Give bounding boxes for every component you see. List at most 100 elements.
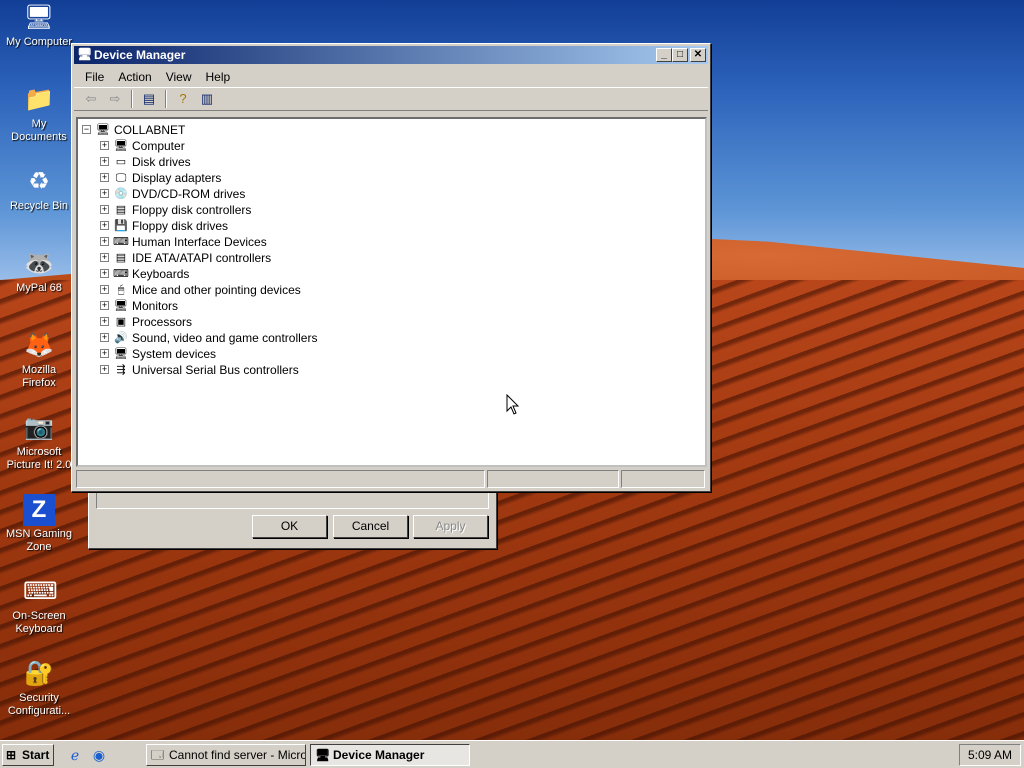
security-icon: 🔐 bbox=[24, 660, 54, 687]
menu-file[interactable]: File bbox=[78, 67, 111, 87]
desktop-icon-label: MSN Gaming Zone bbox=[5, 528, 73, 553]
computer-icon: 🖥 bbox=[23, 4, 55, 31]
desktop-icon-label: My Computer bbox=[5, 36, 73, 48]
tree-node-keyboards[interactable]: + ⌨ Keyboards bbox=[100, 265, 189, 281]
tree-node-monitors[interactable]: + 🖥 Monitors bbox=[100, 297, 178, 313]
tree-node-label: Floppy disk drives bbox=[132, 218, 229, 233]
camera-icon: 📷 bbox=[24, 414, 54, 441]
tree-node-dvd-cdrom[interactable]: + 💿 DVD/CD-ROM drives bbox=[100, 185, 245, 201]
tree-node-mice[interactable]: + 🖱 Mice and other pointing devices bbox=[100, 281, 301, 297]
minimize-button[interactable]: _ bbox=[656, 48, 672, 62]
taskbar: ⊞ Start ℯ ◉ 🗔 Cannot find server - Micro… bbox=[0, 740, 1024, 768]
tree-node-processors[interactable]: + ▣ Processors bbox=[100, 313, 192, 329]
tree-node-label: Universal Serial Bus controllers bbox=[132, 362, 299, 377]
taskbar-item-label: Device Manager bbox=[333, 748, 425, 762]
tree-node-usb[interactable]: + ⇶ Universal Serial Bus controllers bbox=[100, 361, 299, 377]
tree-node-label: System devices bbox=[132, 346, 217, 361]
desktop-icon-label: MyPal 68 bbox=[16, 282, 62, 294]
desktop-icon-on-screen-keyboard[interactable]: ⌨ On-Screen Keyboard bbox=[4, 576, 74, 636]
tree-node-system-devices[interactable]: + 🖥 System devices bbox=[100, 345, 216, 361]
device-manager-icon: 🖥 bbox=[77, 47, 93, 61]
taskbar-item-label: Cannot find server - Micro... bbox=[169, 748, 306, 762]
tree-node-label: Computer bbox=[132, 138, 185, 153]
tree-node-label: Processors bbox=[132, 314, 193, 329]
clock-label: 5:09 AM bbox=[967, 748, 1013, 762]
toolbar-separator bbox=[131, 90, 133, 108]
tree-node-computer[interactable]: + 🖥 Computer bbox=[100, 137, 185, 153]
expand-icon[interactable]: + bbox=[100, 189, 109, 199]
taskbar-item-browser[interactable]: 🗔 Cannot find server - Micro... bbox=[146, 744, 306, 766]
recycle-bin-icon: ♻ bbox=[28, 168, 50, 195]
internet-explorer-icon[interactable]: ℯ bbox=[66, 746, 84, 764]
desktop-icon-label: My Documents bbox=[11, 118, 67, 143]
expand-icon[interactable]: + bbox=[100, 157, 109, 167]
tree-root-node[interactable]: − 🖥 COLLABNET bbox=[82, 121, 185, 137]
tree-node-label: Monitors bbox=[132, 298, 179, 313]
expand-icon[interactable]: + bbox=[100, 349, 109, 359]
expand-icon[interactable]: + bbox=[100, 365, 109, 375]
menu-help[interactable]: Help bbox=[199, 67, 238, 87]
close-button[interactable]: ✕ bbox=[690, 48, 706, 62]
system-tray-clock[interactable]: 5:09 AM bbox=[959, 744, 1021, 766]
tree-node-display-adapters[interactable]: + 🖵 Display adapters bbox=[100, 169, 221, 185]
hid-icon: ⌨ bbox=[113, 235, 129, 248]
ok-button[interactable]: OK bbox=[252, 515, 327, 538]
tree-node-label: Display adapters bbox=[132, 170, 222, 185]
desktop-icon-my-computer[interactable]: 🖥 My Computer bbox=[4, 2, 74, 49]
tree-node-hid[interactable]: + ⌨ Human Interface Devices bbox=[100, 233, 267, 249]
toolbar-separator bbox=[165, 90, 167, 108]
expand-icon[interactable]: + bbox=[100, 285, 109, 295]
show-hide-console-tree-icon[interactable]: ▤ bbox=[138, 89, 160, 109]
properties-icon[interactable]: ▥ bbox=[196, 89, 218, 109]
desktop-icon-security-configuration[interactable]: 🔐 Security Configurati... bbox=[4, 658, 74, 718]
taskbar-item-device-manager[interactable]: 🖥 Device Manager bbox=[310, 744, 470, 766]
back-arrow-icon[interactable]: ⇦ bbox=[80, 89, 102, 109]
tree-node-label: DVD/CD-ROM drives bbox=[132, 186, 246, 201]
maximize-button[interactable]: □ bbox=[672, 48, 688, 62]
keyboard-node-icon: ⌨ bbox=[113, 267, 129, 280]
outlook-express-icon[interactable]: ◉ bbox=[90, 746, 108, 764]
browser-window-icon: 🗔 bbox=[151, 748, 165, 762]
expand-icon[interactable]: + bbox=[100, 221, 109, 231]
desktop-icon-firefox[interactable]: 🦊 Mozilla Firefox bbox=[4, 330, 74, 390]
title-bar[interactable]: 🖥 Device Manager _ □ ✕ bbox=[74, 46, 708, 64]
processor-icon: ▣ bbox=[115, 315, 127, 328]
tree-node-disk-drives[interactable]: + ▭ Disk drives bbox=[100, 153, 191, 169]
tree-node-sound[interactable]: + 🔊 Sound, video and game controllers bbox=[100, 329, 317, 345]
mouse-pointer-icon bbox=[506, 394, 520, 415]
expand-icon[interactable]: + bbox=[100, 333, 109, 343]
cdrom-icon: 💿 bbox=[114, 187, 128, 200]
cancel-button[interactable]: Cancel bbox=[333, 515, 408, 538]
collapse-icon[interactable]: − bbox=[82, 125, 91, 135]
usb-icon: ⇶ bbox=[116, 363, 126, 376]
tree-node-ide-controllers[interactable]: + ▤ IDE ATA/ATAPI controllers bbox=[100, 249, 271, 265]
menu-view[interactable]: View bbox=[159, 67, 199, 87]
expand-icon[interactable]: + bbox=[100, 173, 109, 183]
zone-icon: Z bbox=[23, 494, 55, 526]
tree-node-floppy-drives[interactable]: + 💾 Floppy disk drives bbox=[100, 217, 228, 233]
menu-bar: File Action View Help bbox=[72, 67, 710, 87]
window-controls: _ □ ✕ bbox=[656, 48, 706, 62]
device-tree[interactable]: − 🖥 COLLABNET + 🖥 Computer + ▭ Disk drives + 🖵 D… bbox=[76, 117, 707, 467]
desktop-icon-recycle-bin[interactable]: ♻ Recycle Bin bbox=[4, 166, 74, 213]
desktop-icon-msn-gaming-zone[interactable]: Z MSN Gaming Zone bbox=[4, 494, 74, 554]
desktop-icon-label: Mozilla Firefox bbox=[21, 364, 57, 389]
help-icon[interactable]: ? bbox=[172, 89, 194, 109]
expand-icon[interactable]: + bbox=[100, 269, 109, 279]
computer-node-icon: 🖥 bbox=[114, 139, 128, 152]
expand-icon[interactable]: + bbox=[100, 317, 109, 327]
start-button[interactable]: ⊞ Start bbox=[2, 744, 54, 766]
tree-node-label: Disk drives bbox=[132, 154, 191, 169]
status-bar bbox=[76, 470, 707, 488]
expand-icon[interactable]: + bbox=[100, 301, 109, 311]
desktop-icon-picture-it[interactable]: 📷 Microsoft Picture It! 2.0 bbox=[4, 412, 74, 472]
menu-action[interactable]: Action bbox=[111, 67, 158, 87]
expand-icon[interactable]: + bbox=[100, 253, 109, 263]
expand-icon[interactable]: + bbox=[100, 205, 109, 215]
desktop-icon-my-documents[interactable]: 📁 My Documents bbox=[4, 84, 74, 144]
expand-icon[interactable]: + bbox=[100, 141, 109, 151]
desktop-icon-mypal[interactable]: 🦝 MyPal 68 bbox=[4, 248, 74, 295]
tree-node-floppy-controllers[interactable]: + ▤ Floppy disk controllers bbox=[100, 201, 251, 217]
expand-icon[interactable]: + bbox=[100, 237, 109, 247]
forward-arrow-icon[interactable]: ⇨ bbox=[104, 89, 126, 109]
